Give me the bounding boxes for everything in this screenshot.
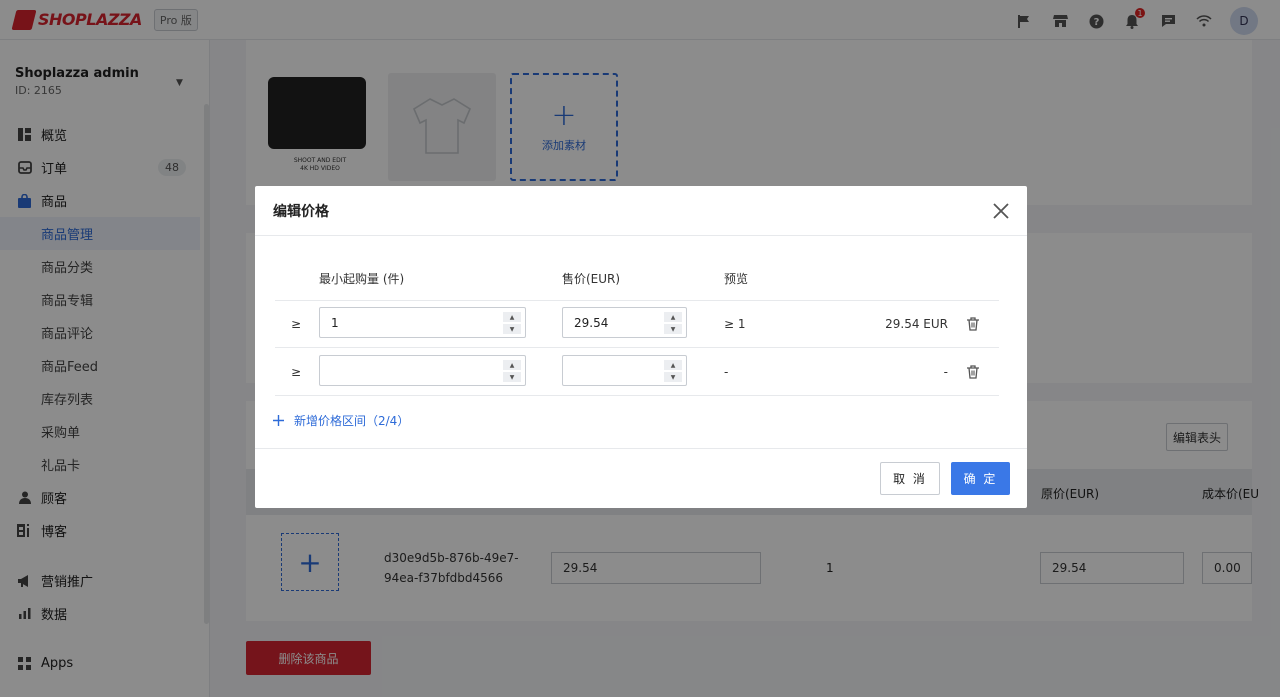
column-header-preview: 预览 [724,272,749,286]
column-header-min-qty: 最小起购量 (件) [319,272,405,286]
min-qty-input[interactable]: ▲ ▼ [319,355,526,386]
divider [255,448,1027,449]
stepper[interactable]: ▲ ▼ [503,360,521,382]
stepper-up-icon[interactable]: ▲ [503,312,521,322]
confirm-button[interactable]: 确 定 [951,462,1010,495]
stepper[interactable]: ▲ ▼ [503,312,521,334]
stepper-down-icon[interactable]: ▼ [503,372,521,382]
add-price-range-label: 新增价格区间（2/4） [294,414,410,428]
add-price-range-button[interactable]: 新增价格区间（2/4） [273,412,409,429]
stepper[interactable]: ▲ ▼ [664,312,682,334]
price-input[interactable]: 29.54 ▲ ▼ [562,307,687,338]
greater-equal-symbol: ≥ [291,317,302,331]
stepper-down-icon[interactable]: ▼ [664,372,682,382]
stepper-down-icon[interactable]: ▼ [503,324,521,334]
trash-icon[interactable] [966,365,980,379]
divider [275,300,999,301]
divider [275,395,999,396]
edit-price-modal: 编辑价格 最小起购量 (件) 售价(EUR) 预览 ≥ 1 ▲ ▼ 29.54 ▲… [255,186,1027,508]
min-qty-value: 1 [331,315,339,330]
cancel-button[interactable]: 取 消 [880,462,940,495]
min-qty-input[interactable]: 1 ▲ ▼ [319,307,526,338]
preview-qty: - [724,365,729,379]
preview-price: 29.54 EUR [885,317,948,331]
stepper-up-icon[interactable]: ▲ [664,360,682,370]
price-value: 29.54 [574,315,609,330]
greater-equal-symbol: ≥ [291,365,302,379]
stepper-up-icon[interactable]: ▲ [664,312,682,322]
price-input[interactable]: ▲ ▼ [562,355,687,386]
preview-price: - [943,365,948,379]
modal-title: 编辑价格 [273,203,329,220]
stepper[interactable]: ▲ ▼ [664,360,682,382]
modal-header: 编辑价格 [255,186,1027,236]
stepper-down-icon[interactable]: ▼ [664,324,682,334]
trash-icon[interactable] [966,317,980,331]
preview-qty: ≥ 1 [724,317,746,331]
divider [275,347,999,348]
close-icon[interactable] [991,201,1011,221]
column-header-price: 售价(EUR) [562,272,621,286]
plus-icon [273,415,284,426]
stepper-up-icon[interactable]: ▲ [503,360,521,370]
